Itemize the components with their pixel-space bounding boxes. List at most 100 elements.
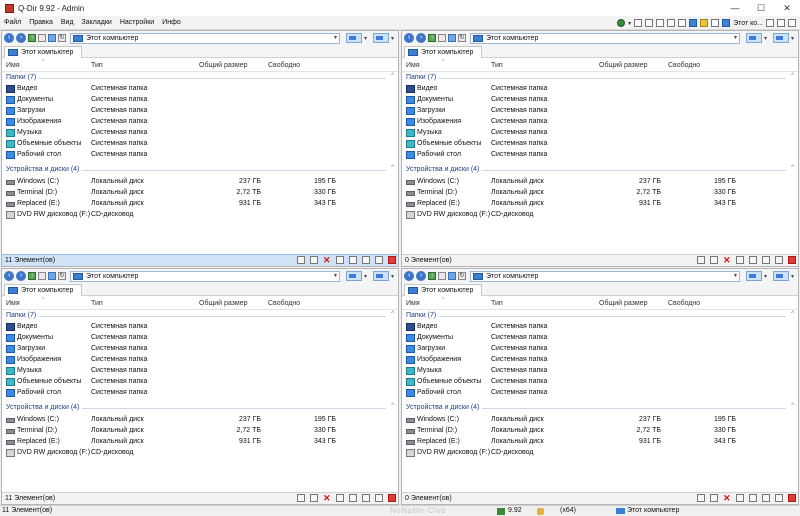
mail-icon[interactable] xyxy=(310,256,318,264)
list-item[interactable]: Изображения Системная папка xyxy=(6,355,394,366)
back-icon[interactable]: ‹ xyxy=(4,271,14,281)
panel-icon[interactable] xyxy=(766,19,774,27)
chevron-down-icon[interactable]: ▾ xyxy=(628,20,631,27)
view-options-button[interactable] xyxy=(773,271,790,281)
chevron-down-icon[interactable]: ▾ xyxy=(391,273,394,280)
chevron-down-icon[interactable]: ▾ xyxy=(334,272,337,281)
view-mode-button[interactable] xyxy=(746,33,762,43)
column-total-size[interactable]: Общий размер xyxy=(199,62,248,69)
column-name[interactable]: Имя xyxy=(406,62,420,69)
list-item[interactable]: Replaced (E:) Локальный диск 931 ГБ 343 ГБ xyxy=(6,437,394,448)
column-type[interactable]: Тип xyxy=(491,62,503,69)
column-name[interactable]: Имя xyxy=(6,62,20,69)
close-pane-icon[interactable] xyxy=(788,256,796,264)
menu-info[interactable]: Инфо xyxy=(158,19,185,26)
chevron-down-icon[interactable]: ▾ xyxy=(334,34,337,43)
maximize-button[interactable]: ☐ xyxy=(748,0,774,16)
view-mode-button[interactable] xyxy=(746,271,762,281)
column-name[interactable]: Имя xyxy=(6,300,20,307)
list-item[interactable]: Музыка Системная папка xyxy=(6,128,394,139)
delete-icon[interactable]: ✕ xyxy=(723,256,731,265)
list-item[interactable]: DVD RW дисковод (F:) CD-дисковод xyxy=(406,210,794,221)
list-item[interactable]: Загрузки Системная папка xyxy=(406,344,794,355)
column-free-space[interactable]: Свободно xyxy=(668,62,700,69)
item-count[interactable]: 11 Элемент(ов) xyxy=(5,257,55,264)
menu-bookmarks[interactable]: Закладки xyxy=(78,19,116,26)
tab-this-pc[interactable]: Этот компьютер xyxy=(4,284,82,296)
mail-icon[interactable] xyxy=(710,494,718,502)
close-pane-icon[interactable] xyxy=(388,494,396,502)
tab-this-pc[interactable]: Этот компьютер xyxy=(4,46,82,58)
list-item[interactable]: Видео Системная папка xyxy=(6,322,394,333)
history-icon[interactable] xyxy=(438,34,446,42)
column-free-space[interactable]: Свободно xyxy=(268,62,300,69)
list-item[interactable]: Terminal (D:) Локальный диск 2,72 ТБ 330 ГБ xyxy=(6,426,394,437)
list-item[interactable]: Загрузки Системная папка xyxy=(6,344,394,355)
view-options-button[interactable] xyxy=(373,33,390,43)
desktop-icon[interactable] xyxy=(48,34,56,42)
group-header-drives[interactable]: Устройства и диски (4) ^ xyxy=(6,165,394,176)
forward-icon[interactable]: › xyxy=(416,33,426,43)
list-item[interactable]: DVD RW дисковод (F:) CD-дисковод xyxy=(6,210,394,221)
layout-icon[interactable] xyxy=(645,19,654,27)
list-item[interactable]: Windows (C:) Локальный диск 237 ГБ 195 ГБ xyxy=(406,177,794,188)
column-type[interactable]: Тип xyxy=(91,62,103,69)
cut-icon[interactable] xyxy=(336,256,344,264)
list-item[interactable]: Replaced (E:) Локальный диск 931 ГБ 343 ГБ xyxy=(406,437,794,448)
chevron-up-icon[interactable]: ^ xyxy=(791,165,794,171)
back-icon[interactable]: ‹ xyxy=(404,271,414,281)
menu-view[interactable]: Вид xyxy=(57,19,78,26)
chevron-down-icon[interactable]: ▾ xyxy=(764,35,767,42)
copy-icon[interactable] xyxy=(349,494,357,502)
list-item[interactable]: Рабочий стол Системная папка xyxy=(406,388,794,399)
list-item[interactable]: Музыка Системная папка xyxy=(6,366,394,377)
delete-icon[interactable]: ✕ xyxy=(723,494,731,503)
chevron-down-icon[interactable]: ▾ xyxy=(364,35,367,42)
chevron-down-icon[interactable]: ▾ xyxy=(391,35,394,42)
quick-location[interactable]: Этот ко... xyxy=(733,20,763,27)
bolt-icon[interactable] xyxy=(297,494,305,502)
paste-icon[interactable] xyxy=(762,494,770,502)
address-bar[interactable]: Этот компьютер ▾ xyxy=(470,270,740,282)
list-item[interactable]: Terminal (D:) Локальный диск 2,72 ТБ 330 ГБ xyxy=(406,426,794,437)
group-header-drives[interactable]: Устройства и диски (4) ^ xyxy=(406,403,794,414)
edit-icon[interactable] xyxy=(775,494,783,502)
close-button[interactable]: ✕ xyxy=(774,0,800,16)
copy-icon[interactable] xyxy=(349,256,357,264)
back-icon[interactable]: ‹ xyxy=(4,33,14,43)
item-count[interactable]: 0 Элемент(ов) xyxy=(405,495,452,502)
group-header-drives[interactable]: Устройства и диски (4) ^ xyxy=(406,165,794,176)
chevron-up-icon[interactable]: ^ xyxy=(391,403,394,409)
up-icon[interactable]: ↑ xyxy=(428,272,436,280)
chevron-down-icon[interactable]: ▾ xyxy=(791,35,794,42)
paste-icon[interactable] xyxy=(362,256,370,264)
list-item[interactable]: Видео Системная папка xyxy=(406,84,794,95)
chevron-up-icon[interactable]: ^ xyxy=(791,311,794,317)
copy-icon[interactable] xyxy=(749,256,757,264)
list-item[interactable]: DVD RW дисковод (F:) CD-дисковод xyxy=(406,448,794,459)
layout-icon[interactable] xyxy=(634,19,643,27)
column-type[interactable]: Тип xyxy=(491,300,503,307)
list-item[interactable]: Windows (C:) Локальный диск 237 ГБ 195 ГБ xyxy=(6,177,394,188)
list-item[interactable]: Объемные объекты Системная папка xyxy=(6,139,394,150)
menu-file[interactable]: Файл xyxy=(0,19,25,26)
list-item[interactable]: Изображения Системная папка xyxy=(406,117,794,128)
forward-icon[interactable]: › xyxy=(16,271,26,281)
group-header-folders[interactable]: Папки (7) ^ xyxy=(406,311,794,322)
list-item[interactable]: Загрузки Системная папка xyxy=(6,106,394,117)
settings-icon[interactable] xyxy=(788,19,796,27)
close-pane-icon[interactable] xyxy=(788,494,796,502)
layout-icon[interactable] xyxy=(656,19,665,27)
up-icon[interactable]: ↑ xyxy=(28,34,36,42)
tab-this-pc[interactable]: Этот компьютер xyxy=(404,284,482,296)
view-options-button[interactable] xyxy=(373,271,390,281)
view-mode-button[interactable] xyxy=(346,33,362,43)
bolt-icon[interactable] xyxy=(297,256,305,264)
tab-this-pc[interactable]: Этот компьютер xyxy=(404,46,482,58)
chevron-up-icon[interactable]: ^ xyxy=(391,311,394,317)
edit-icon[interactable] xyxy=(375,256,383,264)
refresh-icon[interactable]: ↻ xyxy=(458,34,466,42)
bolt-icon[interactable] xyxy=(697,494,705,502)
chevron-down-icon[interactable]: ▾ xyxy=(364,273,367,280)
view-options-button[interactable] xyxy=(773,33,790,43)
